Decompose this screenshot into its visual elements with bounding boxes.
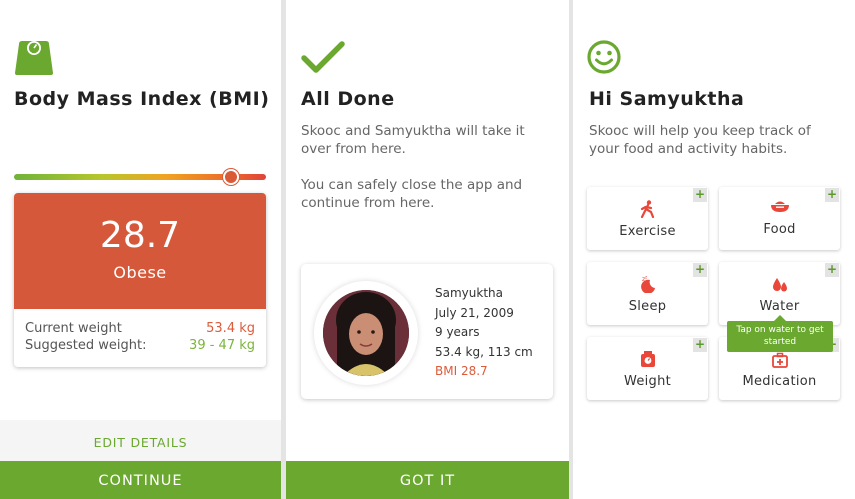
svg-text:z: z <box>645 275 647 280</box>
profile-dob: July 21, 2009 <box>435 305 514 320</box>
avatar-photo <box>323 290 409 376</box>
tile-label: Exercise <box>619 224 676 239</box>
home-message: Skooc will help you keep track of your f… <box>589 123 811 157</box>
tile-label: Food <box>763 222 796 237</box>
running-person-icon <box>640 200 654 218</box>
profile-card: Samyuktha July 21, 2009 9 years 53.4 kg,… <box>301 264 553 399</box>
tile-exercise[interactable]: + Exercise <box>587 187 708 250</box>
profile-name: Samyuktha <box>435 286 503 300</box>
tile-label: Water <box>759 299 800 314</box>
bmi-screen: Body Mass Index (BMI) 28.7 Obese Current… <box>0 0 281 499</box>
continue-button[interactable]: CONTINUE <box>0 461 281 499</box>
done-message-2: You can safely close the app and continu… <box>301 177 523 211</box>
checkmark-icon <box>301 41 345 73</box>
weighing-scale-icon <box>640 351 655 367</box>
bmi-result-card: 28.7 Obese Current weight 53.4 kg Sugges… <box>14 193 266 367</box>
tile-label: Medication <box>742 374 817 389</box>
page-title: Body Mass Index (BMI) <box>14 88 270 110</box>
current-weight-row: Current weight 53.4 kg <box>14 321 266 336</box>
tile-label: Weight <box>623 374 672 389</box>
food-bowl-icon <box>770 201 789 212</box>
suggested-weight-row: Suggested weight: 39 - 47 kg <box>14 338 266 353</box>
bmi-scale-marker <box>222 169 239 185</box>
profile-age: 9 years <box>435 325 480 339</box>
water-drops-icon <box>772 278 787 292</box>
tile-sleep[interactable]: + z z Sleep <box>587 262 708 325</box>
tile-food[interactable]: + Food <box>719 187 840 250</box>
done-message-1: Skooc and Samyuktha will take it over fr… <box>301 123 525 157</box>
got-it-button[interactable]: GOT IT <box>286 461 569 499</box>
avatar <box>323 290 409 376</box>
tile-weight[interactable]: + Weight <box>587 337 708 400</box>
suggested-weight-value: 39 - 47 kg <box>189 338 255 353</box>
profile-details: Samyuktha July 21, 2009 9 years 53.4 kg,… <box>435 284 533 382</box>
current-weight-value: 53.4 kg <box>206 321 255 336</box>
current-weight-label: Current weight <box>25 321 122 336</box>
suggested-weight-label: Suggested weight: <box>25 338 147 353</box>
all-done-screen: All Done Skooc and Samyuktha will take i… <box>286 0 569 499</box>
page-title: Hi Samyuktha <box>589 88 745 110</box>
medical-kit-icon <box>771 352 788 368</box>
edit-details-button[interactable]: EDIT DETAILS <box>0 435 281 450</box>
profile-bmi: BMI 28.7 <box>435 364 488 378</box>
bmi-value: 28.7 <box>99 215 181 256</box>
page-title: All Done <box>301 88 395 110</box>
bmi-result-header: 28.7 Obese <box>14 193 266 309</box>
home-screen: Hi Samyuktha Skooc will help you keep tr… <box>573 0 855 499</box>
smiley-icon <box>587 40 621 74</box>
bmi-category: Obese <box>113 263 167 282</box>
tile-label: Sleep <box>628 299 667 314</box>
sleep-moon-icon: z z <box>640 275 655 293</box>
profile-measurements: 53.4 kg, 113 cm <box>435 344 533 359</box>
water-tooltip: Tap on water to get started <box>727 315 833 352</box>
weighing-scale-icon <box>15 41 53 75</box>
avatar-frame <box>314 281 418 385</box>
